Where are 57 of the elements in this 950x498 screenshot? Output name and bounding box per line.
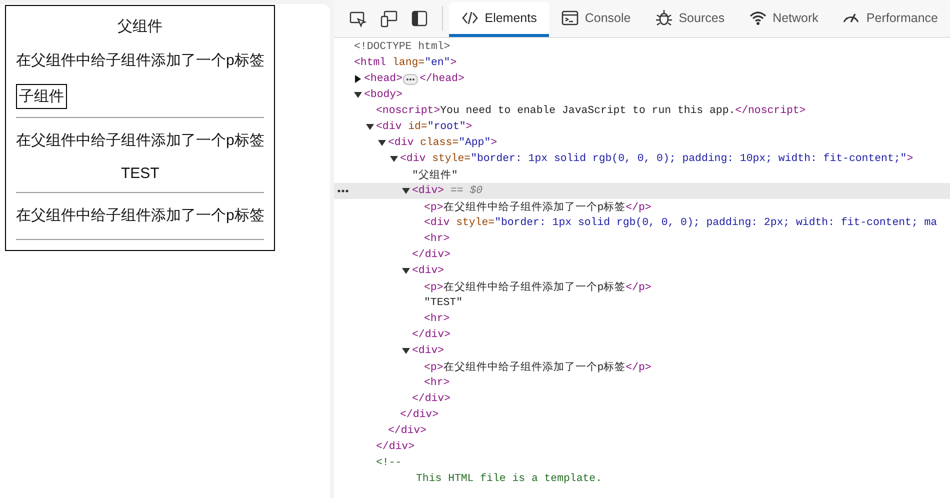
- devtools-tab[interactable]: Elements: [448, 2, 549, 37]
- dom-node-line[interactable]: <div> == $0: [412, 185, 483, 197]
- collapsed-triangle-icon[interactable]: [354, 75, 362, 83]
- dom-node-line[interactable]: <div id="root">: [376, 121, 472, 133]
- child-component-box: 子组件: [16, 84, 67, 109]
- bug-icon: [654, 9, 673, 27]
- dom-node-line[interactable]: <div>: [412, 345, 444, 357]
- dom-node-line[interactable]: <hr>: [424, 233, 450, 245]
- ellipsis-icon: [406, 78, 416, 81]
- dom-node-line[interactable]: <div class="App">: [388, 137, 498, 149]
- devtools-tab[interactable]: Performance: [830, 2, 950, 37]
- expanded-triangle-icon[interactable]: [402, 347, 410, 355]
- expanded-triangle-icon[interactable]: [378, 139, 386, 147]
- dom-node-line[interactable]: <p>在父组件中给子组件添加了一个p标签</p>: [424, 200, 652, 214]
- paragraph-text: 在父组件中给子组件添加了一个p标签: [16, 206, 264, 226]
- more-options-icon: [337, 189, 349, 193]
- expanded-triangle-icon[interactable]: [354, 91, 362, 99]
- closing-tag-line[interactable]: </div>: [376, 441, 414, 453]
- paragraph-text: 在父组件中给子组件添加了一个p标签: [16, 51, 264, 71]
- dom-node-line[interactable]: <head> </head>: [364, 73, 464, 85]
- inspect-icon: [348, 10, 367, 28]
- dom-node-line[interactable]: "父组件": [412, 168, 458, 182]
- component-title: 父组件: [116, 17, 164, 37]
- expanded-triangle-icon[interactable]: [402, 187, 410, 195]
- dom-node-line[interactable]: <hr>: [424, 377, 450, 389]
- devtools-tab[interactable]: Network: [736, 2, 830, 37]
- console-icon: [560, 9, 579, 27]
- closing-tag-line[interactable]: </div>: [400, 409, 438, 421]
- content-text: TEST: [120, 164, 160, 184]
- comment-line: This HTML file is a template.: [416, 473, 602, 485]
- expanded-triangle-icon[interactable]: [366, 123, 374, 131]
- paragraph-text: 在父组件中给子组件添加了一个p标签: [16, 131, 264, 151]
- expanded-triangle-icon[interactable]: [402, 267, 410, 275]
- dom-node-line[interactable]: <div>: [412, 265, 444, 277]
- closing-tag-line[interactable]: </div>: [388, 425, 426, 437]
- dom-node-line[interactable]: "TEST": [424, 297, 462, 309]
- collapsed-content-badge[interactable]: [403, 74, 418, 85]
- dom-node-line[interactable]: <hr>: [424, 313, 450, 325]
- dom-node-line[interactable]: <!DOCTYPE html>: [354, 41, 450, 53]
- dom-node-line[interactable]: <p>在父组件中给子组件添加了一个p标签</p>: [424, 280, 652, 294]
- dom-node-line[interactable]: <noscript>You need to enable JavaScript to run this app.</noscript>: [376, 105, 806, 117]
- dom-node-line[interactable]: <p>在父组件中给子组件添加了一个p标签</p>: [424, 360, 652, 374]
- dom-node-line[interactable]: <!--: [376, 457, 402, 469]
- closing-tag-line[interactable]: </div>: [412, 393, 450, 405]
- dom-node-line[interactable]: <div style="border: 1px solid rgb(0, 0, 0); padding: 2px; width: fit-content; ma: [424, 217, 938, 229]
- dock-icon: [411, 10, 430, 28]
- devtools-tab[interactable]: Sources: [642, 2, 737, 37]
- device-icon: [380, 10, 398, 28]
- dom-node-line[interactable]: <html lang="en">: [354, 57, 457, 69]
- devtools-tab[interactable]: Console: [548, 2, 643, 37]
- closing-tag-line[interactable]: </div>: [412, 249, 450, 261]
- dom-node-line[interactable]: <body>: [364, 89, 402, 101]
- dom-node-line[interactable]: <div style="border: 1px solid rgb(0, 0, 0); padding: 10px; width: fit-content;">: [400, 153, 914, 165]
- expanded-triangle-icon[interactable]: [390, 155, 398, 163]
- wifi-icon: [748, 9, 767, 27]
- code-icon: [460, 9, 479, 27]
- closing-tag-line[interactable]: </div>: [412, 329, 450, 341]
